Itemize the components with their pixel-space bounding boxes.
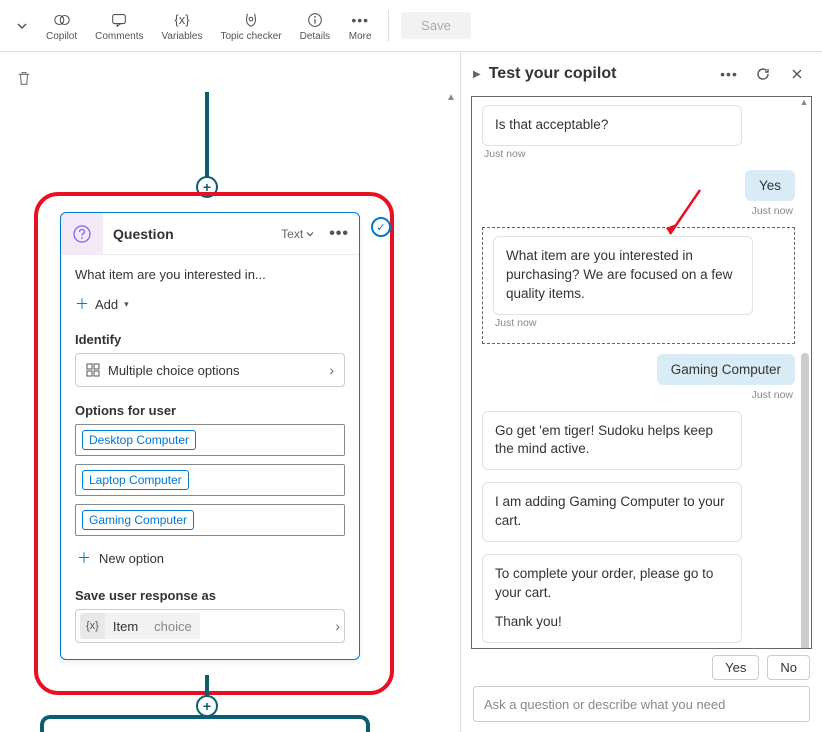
- toolbar-more[interactable]: ••• More: [340, 8, 380, 44]
- flow-branch: [40, 715, 370, 732]
- variable-chip: {x} Item choice: [80, 613, 200, 639]
- option-chip: Desktop Computer: [82, 430, 196, 450]
- chat-scrollbar-thumb[interactable]: [801, 353, 809, 649]
- new-option-label: New option: [99, 551, 164, 566]
- message-timestamp: Just now: [495, 317, 784, 329]
- option-1-input[interactable]: Desktop Computer: [75, 424, 345, 456]
- bot-message: What item are you interested in purchasi…: [493, 236, 753, 315]
- copilot-icon: [52, 10, 72, 30]
- node-type-label: Text: [281, 227, 303, 241]
- toolbar-variables[interactable]: {x} Variables: [154, 8, 211, 44]
- checker-icon: [241, 10, 261, 30]
- test-panel: ▶ Test your copilot ••• ▲ Is that accept…: [460, 52, 822, 732]
- message-timestamp: Just now: [482, 205, 793, 217]
- node-body: What item are you interested in... ＋ Add…: [61, 255, 359, 659]
- node-valid-icon: ✓: [371, 217, 391, 237]
- var-brace-icon: {x}: [80, 613, 105, 639]
- question-text[interactable]: What item are you interested in...: [75, 267, 345, 282]
- toolbar-comments-label: Comments: [95, 31, 143, 42]
- add-node-top[interactable]: +: [196, 176, 218, 198]
- toolbar-variables-label: Variables: [162, 31, 203, 42]
- option-3-input[interactable]: Gaming Computer: [75, 504, 345, 536]
- add-label: Add: [95, 297, 118, 312]
- toolbar-comments[interactable]: Comments: [87, 8, 151, 44]
- scroll-up-icon[interactable]: ▲: [444, 92, 458, 106]
- flow-connector: [205, 92, 209, 182]
- var-type: choice: [146, 619, 200, 634]
- quick-reply-no[interactable]: No: [767, 655, 810, 680]
- toolbar-topic-checker[interactable]: Topic checker: [212, 8, 289, 44]
- option-chip: Gaming Computer: [82, 510, 194, 530]
- add-variation-button[interactable]: ＋ Add ▾: [75, 292, 129, 316]
- bot-message: Is that acceptable?: [482, 105, 742, 146]
- question-icon: [61, 213, 103, 255]
- top-toolbar: Copilot Comments {x} Variables Topic che…: [0, 0, 822, 52]
- more-icon: •••: [350, 10, 370, 30]
- option-2-input[interactable]: Laptop Computer: [75, 464, 345, 496]
- close-button[interactable]: [784, 61, 810, 87]
- plus-icon: ＋: [77, 548, 91, 568]
- chevron-right-icon: ›: [335, 618, 340, 634]
- traced-message-box[interactable]: What item are you interested in purchasi…: [482, 227, 795, 344]
- bot-message-line: Thank you!: [495, 613, 729, 632]
- message-timestamp: Just now: [484, 148, 795, 160]
- chevron-down-icon: [305, 229, 315, 239]
- variable-selector[interactable]: {x} Item choice ›: [75, 609, 345, 643]
- node-title: Question: [103, 226, 281, 242]
- toolbar-copilot[interactable]: Copilot: [38, 8, 85, 44]
- test-more-button[interactable]: •••: [716, 61, 742, 87]
- add-node-bottom[interactable]: +: [196, 695, 218, 717]
- refresh-button[interactable]: [750, 61, 776, 87]
- question-node[interactable]: ✓ Question Text ••• What item are you in…: [60, 212, 360, 660]
- identify-selector[interactable]: Multiple choice options ›: [75, 353, 345, 387]
- quick-reply-yes[interactable]: Yes: [712, 655, 759, 680]
- plus-icon: ＋: [75, 294, 89, 314]
- chevron-down-icon: ▾: [124, 299, 129, 310]
- delete-button[interactable]: [12, 66, 36, 90]
- user-message: Gaming Computer: [657, 354, 795, 385]
- variables-icon: {x}: [172, 10, 192, 30]
- node-header: Question Text •••: [61, 213, 359, 255]
- option-chip: Laptop Computer: [82, 470, 189, 490]
- chevron-right-icon: ›: [329, 362, 334, 378]
- toolbar-details-label: Details: [300, 31, 331, 42]
- new-option-button[interactable]: ＋ New option: [75, 544, 345, 572]
- test-panel-title: Test your copilot: [489, 65, 708, 83]
- authoring-canvas[interactable]: ▲ + ✓ Question Text ••• What item are yo…: [0, 52, 460, 732]
- chat-input-row: [461, 686, 822, 732]
- grid-icon: [86, 363, 100, 377]
- chat-input[interactable]: [473, 686, 810, 722]
- node-more-menu[interactable]: •••: [319, 225, 359, 243]
- user-message: Yes: [745, 170, 795, 201]
- canvas-scrollbar[interactable]: ▲: [444, 92, 458, 732]
- chat-scroll-up-icon[interactable]: ▲: [797, 97, 811, 111]
- toolbar-more-label: More: [349, 31, 372, 42]
- bot-message: To complete your order, please go to you…: [482, 554, 742, 643]
- chat-transcript: ▲ Is that acceptable? Just now Yes Just …: [471, 96, 812, 649]
- toolbar-details[interactable]: Details: [292, 8, 339, 44]
- bot-message: Go get 'em tiger! Sudoku helps keep the …: [482, 411, 742, 471]
- info-icon: [305, 10, 325, 30]
- test-panel-header: ▶ Test your copilot •••: [461, 52, 822, 96]
- options-label: Options for user: [75, 403, 345, 418]
- identify-value: Multiple choice options: [108, 363, 240, 378]
- toolbar-divider: [388, 10, 389, 42]
- save-as-label: Save user response as: [75, 588, 345, 603]
- toolbar-chevron[interactable]: [8, 6, 36, 46]
- var-name: Item: [105, 619, 146, 634]
- comment-icon: [109, 10, 129, 30]
- node-type-dropdown[interactable]: Text: [281, 227, 319, 241]
- toolbar-copilot-label: Copilot: [46, 31, 77, 42]
- quick-reply-row: Yes No: [461, 655, 822, 686]
- collapse-caret-icon[interactable]: ▶: [473, 69, 481, 80]
- bot-message-line: To complete your order, please go to you…: [495, 565, 729, 603]
- identify-label: Identify: [75, 332, 345, 347]
- bot-message: I am adding Gaming Computer to your cart…: [482, 482, 742, 542]
- save-button[interactable]: Save: [401, 12, 471, 39]
- message-timestamp: Just now: [482, 389, 793, 401]
- toolbar-checker-label: Topic checker: [220, 31, 281, 42]
